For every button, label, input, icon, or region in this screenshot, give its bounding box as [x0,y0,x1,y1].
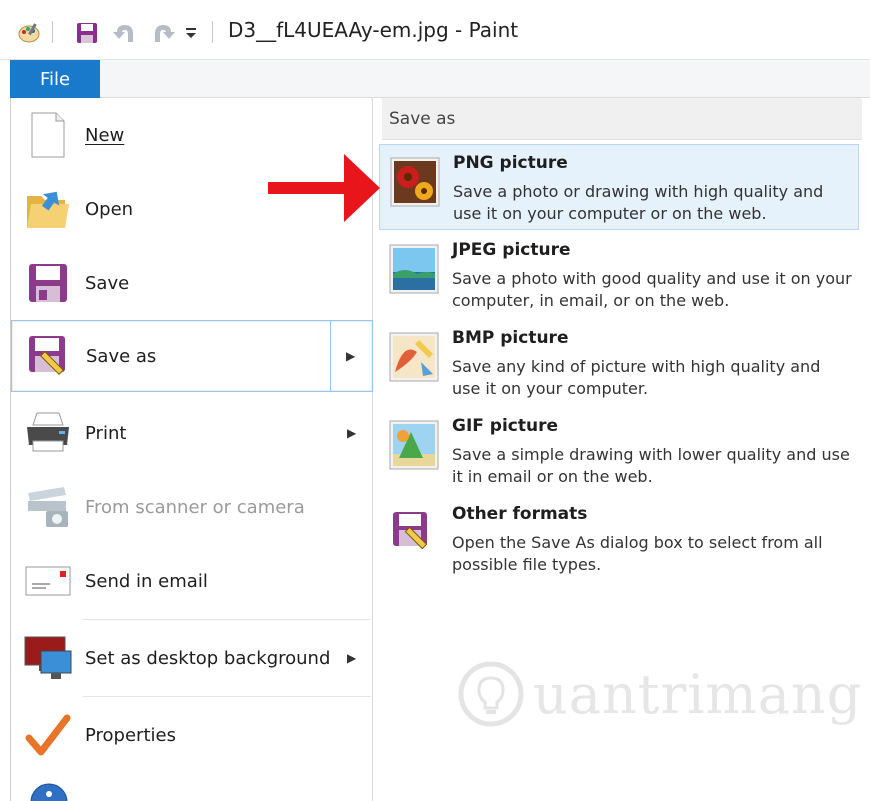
menu-item-label: Save as [86,345,157,367]
save-disk-icon[interactable] [74,20,100,46]
window-title: D3__fL4UEAAy-em.jpg - Paint [228,18,519,42]
menu-item-save-as[interactable]: Save as ▶ [11,320,373,392]
title-bar: D3__fL4UEAAy-em.jpg - Paint [0,0,870,60]
menu-item-label: New [85,124,125,146]
save-as-option-other-formats[interactable]: Other formats Open the Save As dialog bo… [379,496,859,582]
scanner-camera-icon [23,482,73,532]
menu-item-label: Open [85,198,134,220]
save-disk-icon [23,258,73,308]
menu-item-label: Print [85,422,127,444]
save-as-option-gif[interactable]: GIF picture Save a simple drawing with l… [379,408,859,494]
email-icon [23,556,73,606]
menu-item-label: From scanner or camera [85,496,305,518]
menu-item-print[interactable]: Print ▶ [11,396,373,470]
save-as-option-description: Save any kind of picture with high quali… [452,357,821,398]
checkmark-icon [23,710,73,760]
about-icon[interactable] [29,782,73,801]
chevron-right-icon: ▶ [347,426,357,440]
red-arrow-shape [268,154,380,222]
menu-divider [83,696,371,697]
save-as-option-title: Other formats [452,504,588,524]
save-as-option-description: Save a photo with good quality and use i… [452,269,852,310]
ribbon-bar: File [10,60,870,98]
desktop-background-icon [23,633,73,683]
save-as-option-title: PNG picture [453,153,568,173]
watermark-text: uantrimang [533,662,863,726]
save-as-option-description: Open the Save As dialog box to select fr… [452,533,823,574]
save-as-icon [24,331,74,381]
menu-item-label: Properties [85,724,176,746]
watermark: uantrimang [457,660,862,728]
png-flower-icon [390,157,440,207]
chevron-right-icon: ▶ [346,349,356,363]
save-as-option-title: BMP picture [452,328,569,348]
chevron-right-icon: ▶ [347,651,357,665]
new-document-icon [23,110,73,160]
qat-separator [212,21,213,43]
save-as-heading: Save as [382,98,862,140]
jpeg-landscape-icon [389,244,439,294]
paint-palette-icon[interactable] [16,20,42,46]
gif-shapes-icon [389,420,439,470]
menu-item-properties[interactable]: Properties [11,698,373,772]
printer-icon [23,408,73,458]
customize-dropdown-icon[interactable] [182,20,200,46]
save-as-option-description: Save a simple drawing with lower quality… [452,445,850,486]
menu-item-label: Set as desktop background [85,647,331,669]
save-as-option-description: Save a photo or drawing with high qualit… [453,182,824,223]
save-as-option-png[interactable]: PNG picture Save a photo or drawing with… [379,144,859,230]
file-tab[interactable]: File [10,60,100,98]
menu-item-label: Send in email [85,570,208,592]
menu-item-send-email[interactable]: Send in email [11,544,373,618]
qat-separator [52,21,53,43]
save-as-option-bmp[interactable]: BMP picture Save any kind of picture wit… [379,320,859,406]
menu-item-save[interactable]: Save [11,246,373,320]
red-pointer-arrow [268,150,380,226]
save-as-option-jpeg[interactable]: JPEG picture Save a photo with good qual… [379,232,859,318]
save-as-option-title: GIF picture [452,416,559,436]
save-as-icon [389,508,439,558]
menu-item-label: Save [85,272,130,294]
lightbulb-logo-icon [457,660,525,728]
menu-item-scanner-camera: From scanner or camera [11,470,373,544]
open-folder-icon [23,184,73,234]
bmp-painting-icon [389,332,439,382]
menu-item-desktop-background[interactable]: Set as desktop background ▶ [11,620,373,696]
redo-icon[interactable] [150,20,176,46]
save-as-option-title: JPEG picture [452,240,571,260]
undo-icon[interactable] [112,20,138,46]
